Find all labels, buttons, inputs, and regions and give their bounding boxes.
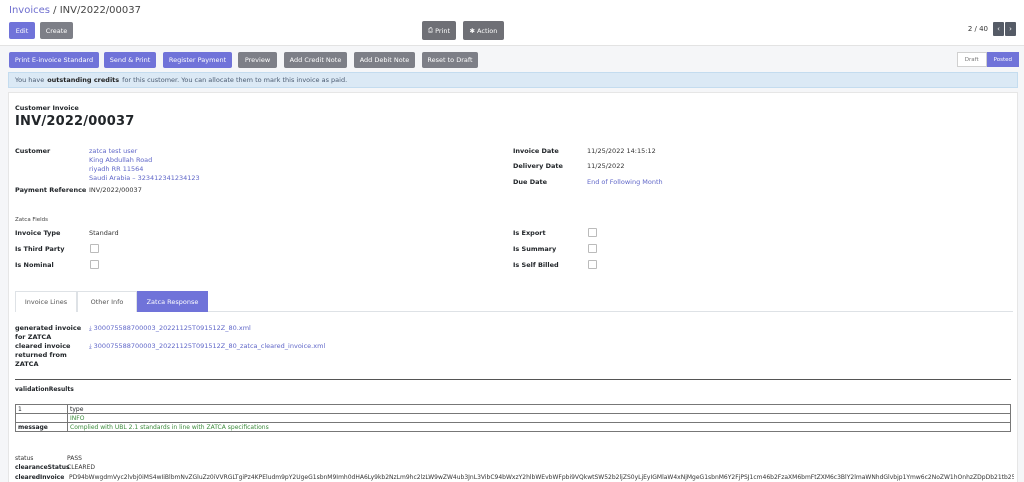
generated-invoice-download[interactable]: ⤓ 300075588700003_20221125T091512Z_80.xml [89, 324, 251, 333]
invoice-date-value[interactable]: 11/25/2022 14:15:12 [587, 147, 656, 155]
status-posted[interactable]: Posted [986, 52, 1019, 67]
validation-results-title: validationResults [15, 386, 74, 393]
reset-to-draft-button[interactable]: Reset to Draft [422, 52, 478, 68]
add-credit-note-button[interactable]: Add Credit Note [284, 52, 347, 68]
preview-button[interactable]: Preview [238, 52, 277, 68]
outstanding-credits-alert: You have outstanding credits for this cu… [8, 72, 1018, 88]
invoice-type-value[interactable]: Standard [89, 229, 119, 237]
print-einvoice-button[interactable]: Print E-invoice Standard [9, 52, 99, 68]
status-label: status [15, 455, 34, 462]
cleared-invoice-file-link[interactable]: 300075588700003_20221125T091512Z_80_zatc… [94, 342, 326, 350]
invoice-date-label: Invoice Date [513, 147, 559, 155]
is-nominal-checkbox[interactable] [90, 260, 99, 269]
delivery-date-value[interactable]: 11/25/2022 [587, 162, 624, 170]
alert-bold: outstanding credits [47, 76, 120, 84]
is-export-label: Is Export [513, 229, 546, 237]
control-panel: Invoices / INV/2022/00037 Edit Create ⎙ … [0, 0, 1024, 46]
create-button[interactable]: Create [40, 22, 73, 39]
table-cell [15, 413, 68, 423]
notebook-tabs: Invoice Lines Other Info Zatca Response [15, 291, 1013, 312]
breadcrumb-current: INV/2022/00037 [59, 5, 141, 16]
pager-value[interactable]: 2 / 40 [968, 25, 988, 33]
print-button[interactable]: ⎙ Print [422, 21, 456, 40]
table-cell: 1 [15, 404, 68, 414]
zatca-fields-title: Zatca Fields [15, 217, 48, 223]
customer-country: Saudi Arabia – 323412341234123 [89, 174, 200, 182]
invoice-number: INV/2022/00037 [15, 114, 135, 129]
status-draft[interactable]: Draft [956, 52, 987, 67]
cleared-invoice-label-line3: ZATCA [15, 360, 39, 368]
generated-invoice-file-link[interactable]: 300075588700003_20221125T091512Z_80.xml [94, 324, 251, 332]
table-row: message Complied with UBL 2.1 standards … [15, 422, 1011, 432]
cleared-invoice-label: clearedInvoice [15, 474, 65, 481]
download-icon: ⤓ [89, 325, 92, 332]
is-third-party-checkbox[interactable] [90, 244, 99, 253]
table-cell: message [15, 422, 68, 432]
alert-prefix: You have [15, 76, 45, 84]
customer-label: Customer [15, 147, 51, 155]
pager-next-button[interactable]: › [1005, 22, 1016, 36]
generated-invoice-label-line2: for ZATCA [15, 333, 52, 341]
add-debit-note-button[interactable]: Add Debit Note [354, 52, 415, 68]
register-payment-button[interactable]: Register Payment [163, 52, 232, 68]
table-cell: type [67, 404, 1011, 414]
cleared-invoice-label-line1: cleared invoice [15, 342, 71, 350]
payment-reference-label: Payment Reference [15, 186, 87, 194]
status-bar: Draft Posted [956, 52, 1019, 67]
action-button-label: Action [477, 26, 498, 35]
validation-results-table: 1 type INFO message Complied with UBL 2.… [15, 404, 1011, 432]
table-cell: INFO [67, 413, 1011, 423]
is-self-billed-checkbox[interactable] [588, 260, 597, 269]
invoice-type-label: Invoice Type [15, 229, 61, 237]
tab-zatca-response[interactable]: Zatca Response [137, 291, 208, 312]
customer-name-link[interactable]: zatca test user [89, 147, 137, 155]
table-row: INFO [15, 413, 1011, 423]
is-nominal-label: Is Nominal [15, 261, 54, 269]
cleared-invoice-value: PD94bWwgdmVyc2lvbj0iMS4wIiBlbmNvZGluZz0i… [69, 474, 1014, 481]
status-value: PASS [67, 455, 82, 462]
invoice-type-title: Customer Invoice [15, 104, 79, 112]
is-export-checkbox[interactable] [588, 228, 597, 237]
is-summary-label: Is Summary [513, 245, 557, 253]
delivery-date-label: Delivery Date [513, 162, 563, 170]
gear-icon: ✱ [469, 26, 476, 35]
clearance-status-value: CLEARED [67, 464, 96, 471]
tab-other-info[interactable]: Other Info [77, 291, 137, 312]
tab-invoice-lines[interactable]: Invoice Lines [15, 291, 77, 312]
action-button[interactable]: ✱ Action [463, 21, 504, 40]
breadcrumb-invoices-link[interactable]: Invoices [9, 5, 50, 16]
table-cell: Complied with UBL 2.1 standards in line … [67, 422, 1011, 432]
print-button-label: Print [435, 26, 451, 35]
pager-prev-button[interactable]: ‹ [993, 22, 1004, 36]
form-sheet: Customer Invoice INV/2022/00037 Customer… [8, 92, 1018, 482]
alert-suffix: for this customer. You can allocate them… [122, 76, 348, 84]
breadcrumb-separator: / [53, 5, 57, 16]
customer-street: King Abdullah Road [89, 156, 153, 164]
section-divider [15, 379, 1011, 380]
payment-reference-value[interactable]: INV/2022/00037 [89, 186, 142, 194]
form-header: Print E-invoice Standard Send & Print Re… [0, 50, 1024, 70]
is-third-party-label: Is Third Party [15, 245, 65, 253]
due-date-value[interactable]: End of Following Month [587, 178, 663, 186]
is-summary-checkbox[interactable] [588, 244, 597, 253]
table-row: 1 type [15, 404, 1011, 414]
is-self-billed-label: Is Self Billed [513, 261, 559, 269]
breadcrumb: Invoices / INV/2022/00037 [9, 5, 141, 16]
cleared-invoice-label-line2: returned from [15, 351, 67, 359]
download-icon: ⤓ [89, 343, 92, 350]
cleared-invoice-download[interactable]: ⤓ 300075588700003_20221125T091512Z_80_zat… [89, 342, 325, 351]
pager: 2 / 40 ‹ › [968, 22, 1016, 36]
customer-city: riyadh RR 11564 [89, 165, 144, 173]
due-date-label: Due Date [513, 178, 547, 186]
print-icon: ⎙ [427, 26, 434, 34]
edit-button[interactable]: Edit [9, 22, 35, 39]
send-print-button[interactable]: Send & Print [104, 52, 156, 68]
clearance-status-label: clearanceStatus [15, 464, 70, 471]
generated-invoice-label-line1: generated invoice [15, 324, 82, 332]
